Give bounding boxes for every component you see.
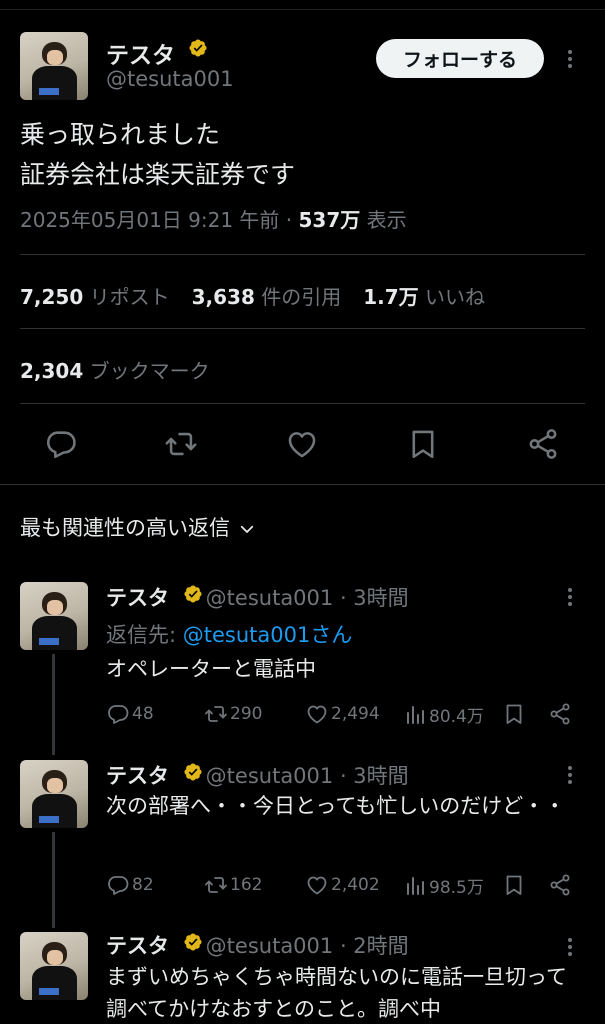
top-divider xyxy=(0,0,605,10)
thread-connector xyxy=(52,832,55,928)
reply-handle-time[interactable]: @tesuta001 · 3時間 xyxy=(199,764,409,788)
author-name[interactable]: テスタ xyxy=(106,36,175,70)
views-icon xyxy=(407,705,424,724)
more-options-icon[interactable] xyxy=(567,48,573,70)
divider xyxy=(20,254,585,255)
bookmark-icon[interactable] xyxy=(502,873,526,897)
verified-badge-icon xyxy=(184,933,202,951)
tweet-line-1: 乗っ取られました xyxy=(20,120,221,149)
section-divider xyxy=(0,484,605,485)
verified-badge-icon xyxy=(189,39,207,57)
reply-more-icon[interactable] xyxy=(567,586,573,608)
reply-to-link[interactable]: @tesuta001さん xyxy=(183,623,353,647)
likes-stat[interactable]: 1.7万 いいね xyxy=(363,285,485,309)
reply-metrics: 48 290 2,494 80.4万 xyxy=(106,702,576,728)
reply-metrics: 82 162 2,402 98.5万 xyxy=(106,873,576,899)
reply-views[interactable]: 98.5万 xyxy=(403,873,484,898)
reply-to: 返信先: @tesuta001さん xyxy=(106,623,353,647)
share-icon[interactable] xyxy=(548,702,572,726)
views-icon xyxy=(407,876,424,895)
share-icon[interactable] xyxy=(548,873,572,897)
reply-likes[interactable]: 2,494 xyxy=(305,702,380,726)
chevron-down-icon xyxy=(240,525,254,533)
reply-text: 次の部署へ・・今日とっても忙しいのだけど・・ xyxy=(106,794,566,818)
reply-comments[interactable]: 48 xyxy=(106,702,154,726)
tweet-views-label: 表示 xyxy=(360,208,407,232)
tweet-text: 乗っ取られました 証券会社は楽天証券です xyxy=(20,115,295,195)
reply-author-name[interactable]: テスタ xyxy=(106,934,169,958)
replies-sort-dropdown[interactable]: 最も関連性の高い返信 xyxy=(20,512,256,542)
reply-handle-time[interactable]: @tesuta001 · 3時間 xyxy=(199,586,409,610)
like-icon xyxy=(307,705,327,724)
like-icon[interactable] xyxy=(285,427,319,461)
divider xyxy=(20,403,585,404)
repost-icon xyxy=(205,706,227,722)
reply-text: オペレーターと電話中 xyxy=(106,657,316,681)
reply-header: テスタ @tesuta001 · 3時間 xyxy=(106,760,409,790)
reply-header: テスタ @tesuta001 · 3時間 xyxy=(106,582,409,612)
bookmark-icon[interactable] xyxy=(406,427,440,461)
reposts-stat[interactable]: 7,250 リポスト xyxy=(20,285,170,309)
reply-more-icon[interactable] xyxy=(567,936,573,958)
divider xyxy=(20,328,585,329)
reply-handle-time[interactable]: @tesuta001 · 2時間 xyxy=(199,934,409,958)
like-icon xyxy=(307,876,327,895)
author-avatar[interactable] xyxy=(20,32,88,100)
verified-badge-icon xyxy=(184,585,202,603)
reply-header: テスタ @tesuta001 · 2時間 xyxy=(106,930,409,960)
reply-icon xyxy=(108,876,129,895)
bookmark-icon[interactable] xyxy=(502,702,526,726)
tweet-line-2: 証券会社は楽天証券です xyxy=(20,160,296,189)
thread-connector xyxy=(52,654,55,755)
reply-icon xyxy=(108,705,129,724)
tweet-views-count: 537万 xyxy=(298,208,361,232)
reply-author-name[interactable]: テスタ xyxy=(106,586,169,610)
engagement-stats: 7,250 リポスト 3,638 件の引用 1.7万 いいね xyxy=(20,281,485,310)
bookmarks-stat[interactable]: 2,304 ブックマーク xyxy=(20,355,210,384)
reply-comments[interactable]: 82 xyxy=(106,873,154,897)
tweet-timestamp[interactable]: 2025年05月01日 9:21 午前 · xyxy=(20,208,299,232)
quotes-stat[interactable]: 3,638 件の引用 xyxy=(192,285,342,309)
share-icon[interactable] xyxy=(526,427,560,461)
tweet-meta: 2025年05月01日 9:21 午前 · 537万 表示 xyxy=(20,204,407,233)
reply-views[interactable]: 80.4万 xyxy=(403,702,484,727)
reply-reposts[interactable]: 162 xyxy=(204,873,262,897)
repost-icon[interactable] xyxy=(164,427,198,461)
replies-sort-label: 最も関連性の高い返信 xyxy=(20,516,230,540)
author-handle[interactable]: @tesuta001 xyxy=(106,67,234,91)
reply-likes[interactable]: 2,402 xyxy=(305,873,380,897)
verified-badge-icon xyxy=(184,763,202,781)
follow-button[interactable]: フォローする xyxy=(376,39,544,78)
repost-icon xyxy=(205,877,227,893)
reply-reposts[interactable]: 290 xyxy=(204,702,262,726)
reply-more-icon[interactable] xyxy=(567,764,573,786)
reply-avatar[interactable] xyxy=(20,582,88,650)
reply-icon[interactable] xyxy=(44,427,78,461)
reply-author-name[interactable]: テスタ xyxy=(106,764,169,788)
reply-avatar[interactable] xyxy=(20,932,88,1000)
reply-text: まずいめちゃくちゃ時間ないのに電話一旦切って調べてかけなおすとのこと。調べ中 xyxy=(106,965,567,1021)
reply-avatar[interactable] xyxy=(20,760,88,828)
